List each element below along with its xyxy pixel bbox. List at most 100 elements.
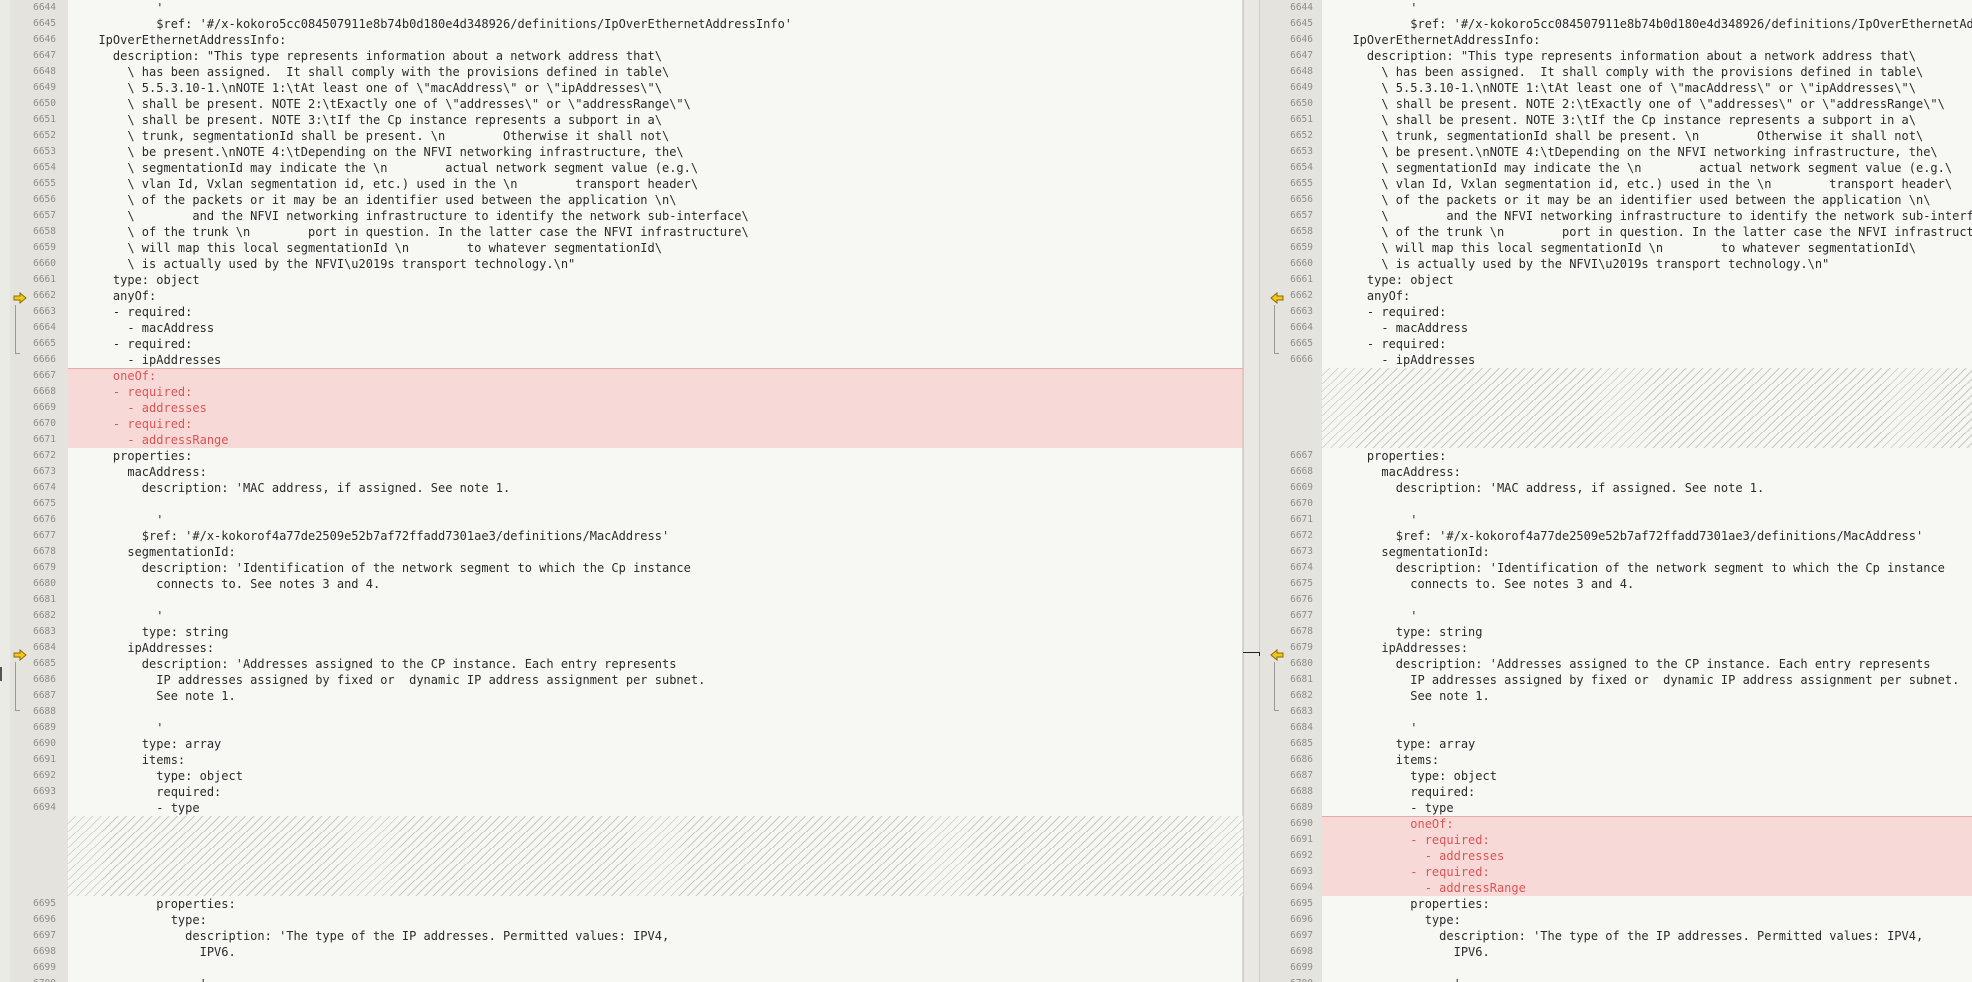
code-line[interactable]: 6663 - required: [1260,304,1972,320]
code-line[interactable]: 6677 ' [1260,608,1972,624]
code-line[interactable]: 6647 description: "This type represents … [1260,48,1972,64]
code-line[interactable]: 6685 description: 'Addresses assigned to… [0,656,1243,672]
changed-code-line[interactable]: 6694 - addressRange [1260,880,1972,896]
code-line[interactable]: 6687 type: object [1260,768,1972,784]
code-line[interactable]: 6675 connects to. See notes 3 and 4. [1260,576,1972,592]
code-line[interactable]: 6661 type: object [0,272,1243,288]
pane-divider[interactable] [1243,0,1260,982]
code-line[interactable]: 6662 anyOf: [0,288,1243,304]
right-file-pane[interactable]: 6644 ' 6645 $ref: '#/x-kokoro5cc084507911… [1260,0,1972,982]
code-line[interactable]: 6699 [0,960,1243,976]
code-line[interactable]: 6675 [0,496,1243,512]
code-line[interactable]: 6696 type: [1260,912,1972,928]
code-line[interactable]: 6652 \ trunk, segmentationId shall be pr… [0,128,1243,144]
code-line[interactable]: 6674 description: 'MAC address, if assig… [0,480,1243,496]
code-line[interactable]: 6686 items: [1260,752,1972,768]
code-line[interactable]: 6649 \ 5.5.3.10-1.\nNOTE 1:\tAt least on… [0,80,1243,96]
code-line[interactable]: 6678 type: string [1260,624,1972,640]
code-line[interactable]: 6678 segmentationId: [0,544,1243,560]
code-line[interactable]: 6649 \ 5.5.3.10-1.\nNOTE 1:\tAt least on… [1260,80,1972,96]
code-line[interactable]: 6665 - required: [1260,336,1972,352]
code-line[interactable]: 6656 \ of the packets or it may be an id… [0,192,1243,208]
code-line[interactable]: 6684 ' [1260,720,1972,736]
code-line[interactable]: 6670 [1260,496,1972,512]
code-line[interactable]: 6700 ' [1260,976,1972,982]
code-line[interactable]: 6694 - type [0,800,1243,816]
code-line[interactable]: 6679 ipAddresses: [1260,640,1972,656]
code-line[interactable]: 6650 \ shall be present. NOTE 2:\tExactl… [0,96,1243,112]
code-line[interactable]: 6680 description: 'Addresses assigned to… [1260,656,1972,672]
code-line[interactable]: 6692 type: object [0,768,1243,784]
code-line[interactable]: 6659 \ will map this local segmentationI… [0,240,1243,256]
code-line[interactable]: 6688 required: [1260,784,1972,800]
code-line[interactable]: 6662 anyOf: [1260,288,1972,304]
code-line[interactable]: 6644 ' [0,0,1243,16]
code-line[interactable]: 6660 \ is actually used by the NFVI\u201… [1260,256,1972,272]
code-line[interactable]: 6684 ipAddresses: [0,640,1243,656]
code-line[interactable]: 6658 \ of the trunk \n port in question.… [0,224,1243,240]
changed-code-line[interactable]: 6670 - required: [0,416,1243,432]
code-line[interactable]: 6700 ' [0,976,1243,982]
code-line[interactable]: 6652 \ trunk, segmentationId shall be pr… [1260,128,1972,144]
code-line[interactable]: 6696 type: [0,912,1243,928]
changed-code-line[interactable]: 6667 oneOf: [0,368,1243,384]
code-line[interactable]: 6682 See note 1. [1260,688,1972,704]
code-line[interactable]: 6650 \ shall be present. NOTE 2:\tExactl… [1260,96,1972,112]
code-line[interactable]: 6646 IpOverEthernetAddressInfo: [1260,32,1972,48]
code-line[interactable]: 6689 ' [0,720,1243,736]
code-line[interactable]: 6663 - required: [0,304,1243,320]
code-line[interactable]: 6666 - ipAddresses [0,352,1243,368]
changed-code-line[interactable]: 6692 - addresses [1260,848,1972,864]
code-line[interactable]: 6665 - required: [0,336,1243,352]
code-line[interactable]: 6699 [1260,960,1972,976]
code-line[interactable]: 6679 description: 'Identification of the… [0,560,1243,576]
code-line[interactable]: 6698 IPV6. [0,944,1243,960]
code-line[interactable]: 6655 \ vlan Id, Vxlan segmentation id, e… [0,176,1243,192]
code-line[interactable]: 6688 [0,704,1243,720]
changed-code-line[interactable]: 6671 - addressRange [0,432,1243,448]
changed-code-line[interactable]: 6668 - required: [0,384,1243,400]
code-line[interactable]: 6657 \ and the NFVI networking infrastru… [0,208,1243,224]
code-line[interactable]: 6695 properties: [1260,896,1972,912]
code-line[interactable]: 6693 required: [0,784,1243,800]
arrow-left-icon[interactable] [1270,649,1284,661]
code-line[interactable]: 6673 segmentationId: [1260,544,1972,560]
arrow-right-icon[interactable] [13,649,27,661]
code-line[interactable]: 6685 type: array [1260,736,1972,752]
code-line[interactable]: 6690 type: array [0,736,1243,752]
code-line[interactable]: 6686 IP addresses assigned by fixed or d… [0,672,1243,688]
code-line[interactable]: 6648 \ has been assigned. It shall compl… [0,64,1243,80]
code-line[interactable]: 6660 \ is actually used by the NFVI\u201… [0,256,1243,272]
code-line[interactable]: 6691 items: [0,752,1243,768]
arrow-right-icon[interactable] [13,292,27,304]
code-line[interactable]: 6669 description: 'MAC address, if assig… [1260,480,1972,496]
code-line[interactable]: 6657 \ and the NFVI networking infrastru… [1260,208,1972,224]
code-line[interactable]: 6682 ' [0,608,1243,624]
code-line[interactable]: 6677 $ref: '#/x-kokorof4a77de2509e52b7af… [0,528,1243,544]
code-line[interactable]: 6655 \ vlan Id, Vxlan segmentation id, e… [1260,176,1972,192]
code-line[interactable]: 6653 \ be present.\nNOTE 4:\tDepending o… [0,144,1243,160]
code-line[interactable]: 6671 ' [1260,512,1972,528]
changed-code-line[interactable]: 6690 oneOf: [1260,816,1972,832]
code-line[interactable]: 6676 [1260,592,1972,608]
changed-code-line[interactable]: 6691 - required: [1260,832,1972,848]
code-line[interactable]: 6681 [0,592,1243,608]
code-line[interactable]: 6654 \ segmentationId may indicate the \… [0,160,1243,176]
code-line[interactable]: 6648 \ has been assigned. It shall compl… [1260,64,1972,80]
changed-code-line[interactable]: 6669 - addresses [0,400,1243,416]
code-line[interactable]: 6674 description: 'Identification of the… [1260,560,1972,576]
code-line[interactable]: 6687 See note 1. [0,688,1243,704]
code-line[interactable]: 6651 \ shall be present. NOTE 3:\tIf the… [0,112,1243,128]
code-line[interactable]: 6668 macAddress: [1260,464,1972,480]
code-line[interactable]: 6644 ' [1260,0,1972,16]
arrow-left-icon[interactable] [1270,292,1284,304]
code-line[interactable]: 6664 - macAddress [1260,320,1972,336]
code-line[interactable]: 6672 properties: [0,448,1243,464]
code-line[interactable]: 6680 connects to. See notes 3 and 4. [0,576,1243,592]
code-line[interactable]: 6645 $ref: '#/x-kokoro5cc084507911e8b74b… [0,16,1243,32]
code-line[interactable]: 6667 properties: [1260,448,1972,464]
code-line[interactable]: 6658 \ of the trunk \n port in question.… [1260,224,1972,240]
code-line[interactable]: 6653 \ be present.\nNOTE 4:\tDepending o… [1260,144,1972,160]
left-file-pane[interactable]: 6644 ' 6645 $ref: '#/x-kokoro5cc084507911… [0,0,1243,982]
code-line[interactable]: 6672 $ref: '#/x-kokorof4a77de2509e52b7af… [1260,528,1972,544]
